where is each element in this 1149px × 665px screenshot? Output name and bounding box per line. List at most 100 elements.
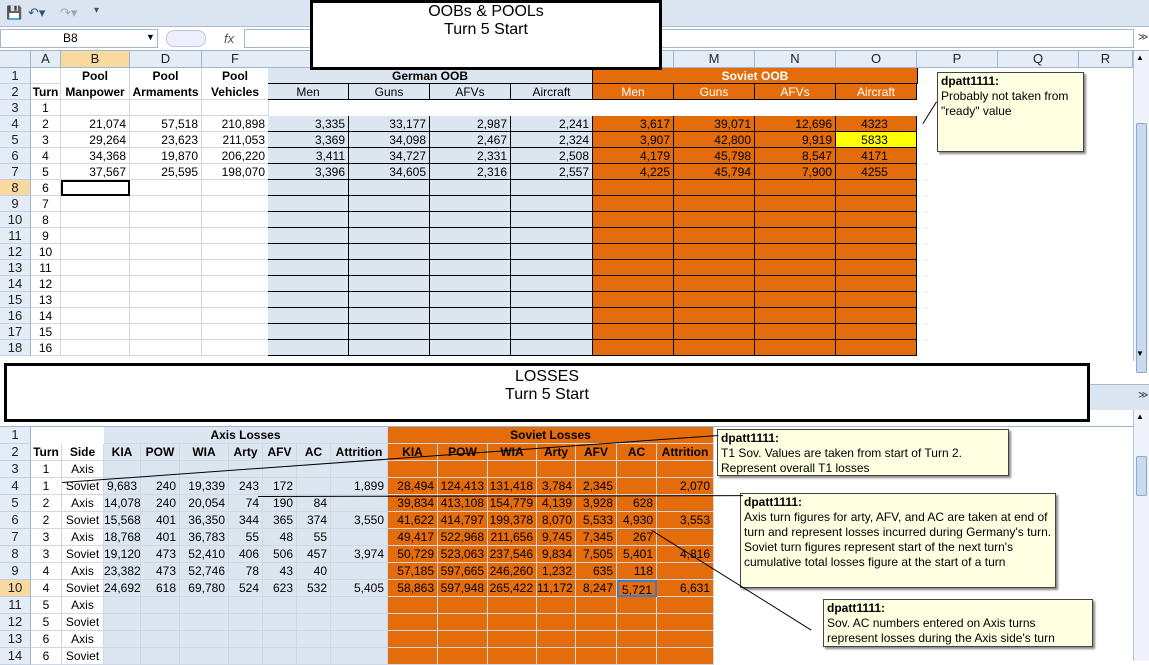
header-ac[interactable]: AC <box>617 444 657 461</box>
cell-german[interactable] <box>268 212 349 228</box>
cell-soviet[interactable] <box>674 180 755 196</box>
cell-value[interactable] <box>331 563 388 580</box>
cell-value[interactable]: 9,683 <box>104 478 141 495</box>
cell-german[interactable]: 2,331 <box>430 148 511 164</box>
header-pool-vehicles[interactable]: Vehicles <box>202 84 269 100</box>
cell-value[interactable] <box>617 461 657 478</box>
row-header[interactable]: 3 <box>0 461 31 478</box>
cell-german[interactable]: 2,557 <box>511 164 593 180</box>
cell-armaments[interactable] <box>130 100 202 116</box>
cell-german[interactable] <box>349 276 430 292</box>
cell-value[interactable]: 36,783 <box>180 529 229 546</box>
cell-value[interactable] <box>617 631 657 648</box>
customize-icon[interactable]: ▾ <box>94 5 99 16</box>
cell-value[interactable]: 5,721 <box>617 580 657 597</box>
cell-value[interactable] <box>263 461 297 478</box>
scroll-thumb[interactable] <box>1136 456 1147 496</box>
cell-value[interactable] <box>141 597 180 614</box>
cell-value[interactable]: 3,550 <box>331 512 388 529</box>
cell-value[interactable]: 3,928 <box>576 495 617 512</box>
cell-value[interactable]: 473 <box>141 546 180 563</box>
row-header[interactable]: 9 <box>0 196 31 212</box>
cell-soviet[interactable] <box>674 196 755 212</box>
cell-german[interactable]: 2,508 <box>511 148 593 164</box>
cell-value[interactable]: 597,948 <box>438 580 488 597</box>
cell-armaments[interactable] <box>130 308 202 324</box>
cell-value[interactable] <box>576 648 617 665</box>
cell-value[interactable] <box>331 495 388 512</box>
scroll-up-icon[interactable]: ▲ <box>1136 53 1144 62</box>
cell-side[interactable]: Soviet <box>62 546 104 563</box>
header-wia[interactable]: WIA <box>180 444 229 461</box>
cell-german[interactable] <box>511 308 593 324</box>
cell-soviet[interactable]: 5833 <box>836 132 917 148</box>
cell-value[interactable]: 240 <box>141 495 180 512</box>
cell-vehicles[interactable] <box>202 292 269 308</box>
cell-side[interactable]: Axis <box>62 631 104 648</box>
cell-soviet[interactable] <box>593 244 674 260</box>
cell-value[interactable]: 365 <box>263 512 297 529</box>
cell-soviet[interactable] <box>836 276 917 292</box>
cell-german[interactable]: 2,467 <box>430 132 511 148</box>
cell-soviet[interactable] <box>836 180 917 196</box>
cell-value[interactable]: 406 <box>229 546 263 563</box>
undo-icon[interactable]: ↶▾ <box>28 5 45 21</box>
cell-value[interactable]: 237,546 <box>488 546 537 563</box>
cell-side[interactable]: Soviet <box>62 580 104 597</box>
cell-german[interactable] <box>349 292 430 308</box>
cell-value[interactable] <box>104 597 141 614</box>
cell-value[interactable] <box>229 648 263 665</box>
cell-vehicles[interactable]: 210,898 <box>202 116 269 132</box>
cell-german[interactable]: 34,727 <box>349 148 430 164</box>
losses-title-box[interactable]: LOSSES Turn 5 Start <box>4 363 1090 422</box>
cell-german[interactable] <box>430 292 511 308</box>
cell-soviet[interactable] <box>755 324 836 340</box>
name-box-dropdown-icon[interactable]: ▼ <box>146 32 155 42</box>
cell-armaments[interactable]: 19,870 <box>130 148 202 164</box>
row-header[interactable]: 13 <box>0 631 31 648</box>
cell-value[interactable]: 8,247 <box>576 580 617 597</box>
cell-german[interactable] <box>268 292 349 308</box>
cell-german[interactable]: 2,241 <box>511 116 593 132</box>
cell-value[interactable]: 2,070 <box>657 478 714 495</box>
cell-german[interactable]: 3,411 <box>268 148 349 164</box>
cell-value[interactable] <box>657 461 714 478</box>
cell-side[interactable]: Soviet <box>62 648 104 665</box>
cell-soviet[interactable]: 4,225 <box>593 164 674 180</box>
cell-manpower[interactable] <box>61 100 130 116</box>
cell-armaments[interactable] <box>130 196 202 212</box>
header-attrition[interactable]: Attrition <box>657 444 714 461</box>
cell-side[interactable]: Soviet <box>62 512 104 529</box>
header-soviet-2[interactable]: AFVs <box>755 84 836 100</box>
cell-value[interactable]: 40 <box>297 563 331 580</box>
cell-value[interactable]: 473 <box>141 563 180 580</box>
cell-value[interactable]: 172 <box>263 478 297 495</box>
cell-soviet[interactable]: 7,900 <box>755 164 836 180</box>
row-header[interactable]: 6 <box>0 148 31 164</box>
cell-value[interactable] <box>537 648 576 665</box>
cell-value[interactable] <box>141 648 180 665</box>
cell-soviet[interactable]: 4,179 <box>593 148 674 164</box>
cell-value[interactable] <box>657 614 714 631</box>
cell-vehicles[interactable]: 206,220 <box>202 148 269 164</box>
cell-value[interactable] <box>297 648 331 665</box>
cell-value[interactable] <box>576 631 617 648</box>
cell-value[interactable]: 55 <box>229 529 263 546</box>
cell-german[interactable] <box>430 196 511 212</box>
bottom-vertical-scrollbar[interactable]: ▲ <box>1133 410 1149 661</box>
row-header[interactable]: 10 <box>0 212 31 228</box>
column-header[interactable]: F <box>202 51 269 68</box>
row-header[interactable]: 1 <box>0 427 31 444</box>
column-header[interactable]: A <box>31 51 61 68</box>
column-header[interactable]: O <box>836 51 917 68</box>
cell-value[interactable] <box>331 648 388 665</box>
cell-value[interactable]: 39,834 <box>388 495 438 512</box>
cell-side[interactable]: Axis <box>62 597 104 614</box>
redo-icon[interactable]: ↷▾ <box>60 5 77 21</box>
cell-german[interactable] <box>430 324 511 340</box>
cell-value[interactable]: 3,553 <box>657 512 714 529</box>
cell-value[interactable]: 401 <box>141 529 180 546</box>
cell-soviet[interactable] <box>755 308 836 324</box>
cell-german[interactable] <box>349 260 430 276</box>
cell-value[interactable] <box>297 614 331 631</box>
